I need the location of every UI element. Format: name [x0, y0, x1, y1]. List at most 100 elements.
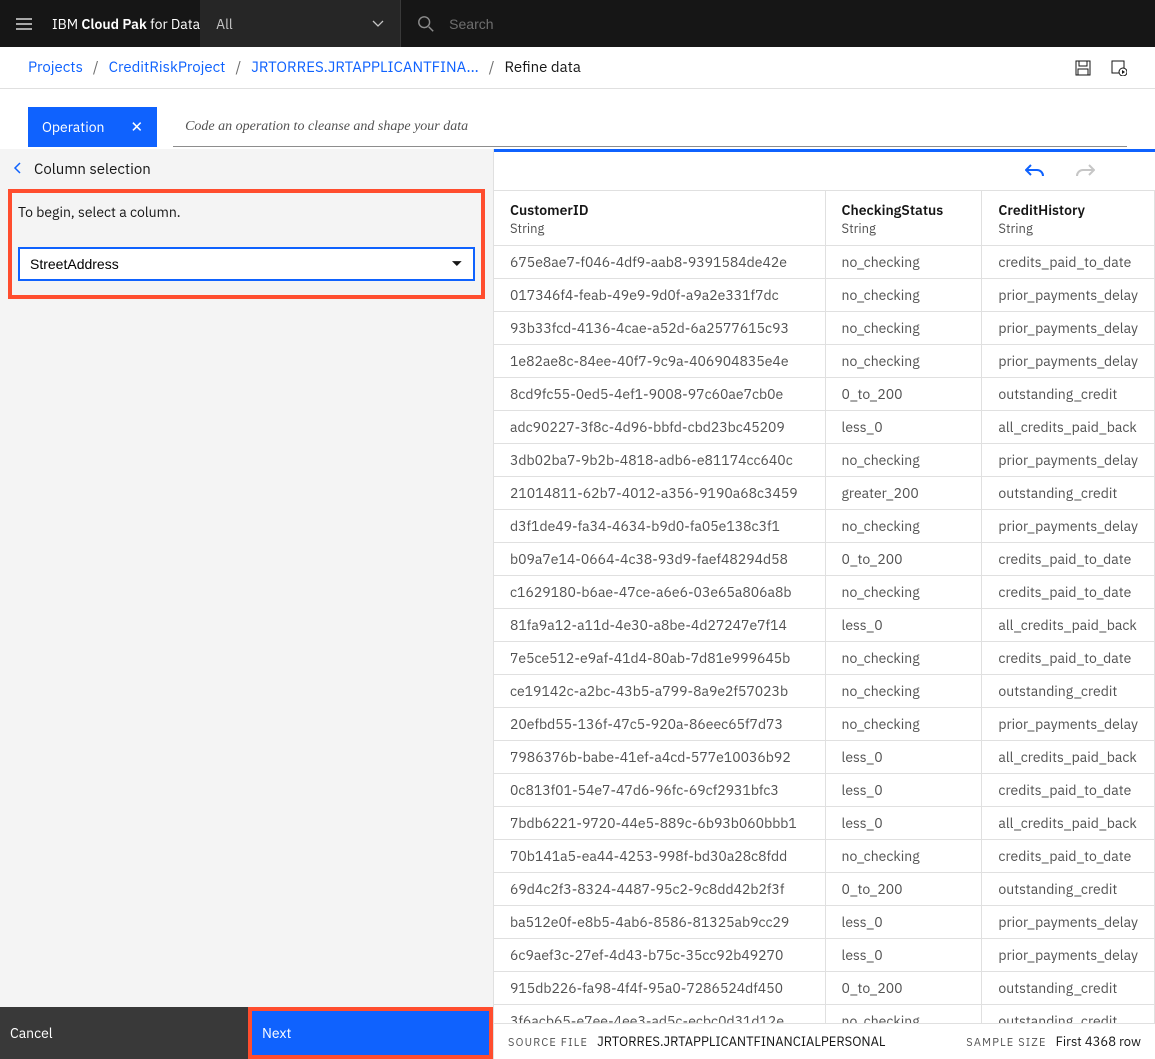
breadcrumb-link-projects[interactable]: Projects	[28, 58, 83, 77]
chevron-down-icon	[451, 260, 463, 268]
table-cell: credits_paid_to_date	[982, 642, 1155, 675]
table-row[interactable]: 3db02ba7-9b2b-4818-adb6-e81174cc640cno_c…	[494, 444, 1155, 477]
table-cell: 0_to_200	[825, 972, 982, 1005]
operation-chip-label: Operation	[42, 118, 104, 136]
table-row[interactable]: ba512e0f-e8b5-4ab6-8586-81325ab9cc29less…	[494, 906, 1155, 939]
table-cell: credits_paid_to_date	[982, 774, 1155, 807]
table-row[interactable]: 1e82ae8c-84ee-40f7-9c9a-406904835e4eno_c…	[494, 345, 1155, 378]
sourcefile-label: SOURCE FILE	[508, 1036, 588, 1050]
next-button[interactable]: Next	[252, 1011, 489, 1055]
search-input[interactable]	[449, 16, 1139, 32]
search-icon[interactable]	[417, 15, 435, 33]
table-row[interactable]: 7bdb6221-9720-44e5-889c-6b93b060bbb1less…	[494, 807, 1155, 840]
table-cell: 70b141a5-ea44-4253-998f-bd30a28c8fdd	[494, 840, 825, 873]
table-cell: 20efbd55-136f-47c5-920a-86eec65f7d73	[494, 708, 825, 741]
table-cell: outstanding_credit	[982, 477, 1155, 510]
next-button-highlight: Next	[248, 1007, 493, 1059]
table-row[interactable]: 915db226-fa98-4f4f-95a0-7286524df4500_to…	[494, 972, 1155, 1005]
cancel-button[interactable]: Cancel	[0, 1007, 248, 1059]
table-row[interactable]: 7986376b-babe-41ef-a4cd-577e10036b92less…	[494, 741, 1155, 774]
table-cell: less_0	[825, 609, 982, 642]
table-cell: 93b33fcd-4136-4cae-a52d-6a2577615c93	[494, 312, 825, 345]
table-row[interactable]: b09a7e14-0664-4c38-93d9-faef48294d580_to…	[494, 543, 1155, 576]
table-cell: 7e5ce512-e9af-41d4-80ab-7d81e999645b	[494, 642, 825, 675]
operation-code-input[interactable]: Code an operation to cleanse and shape y…	[173, 107, 1127, 147]
redo-icon	[1075, 162, 1095, 180]
table-row[interactable]: 70b141a5-ea44-4253-998f-bd30a28c8fddno_c…	[494, 840, 1155, 873]
status-bar: SOURCE FILE JRTORRES.JRTAPPLICANTFINANCI…	[494, 1023, 1155, 1059]
table-row[interactable]: 017346f4-feab-49e9-9d0f-a9a2e331f7dcno_c…	[494, 279, 1155, 312]
table-row[interactable]: c1629180-b6ae-47ce-a6e6-03e65a806a8bno_c…	[494, 576, 1155, 609]
table-cell: 0c813f01-54e7-47d6-96fc-69cf2931bfc3	[494, 774, 825, 807]
table-cell: no_checking	[825, 510, 982, 543]
table-cell: 017346f4-feab-49e9-9d0f-a9a2e331f7dc	[494, 279, 825, 312]
table-cell: outstanding_credit	[982, 675, 1155, 708]
table-row[interactable]: 81fa9a12-a11d-4e30-a8be-4d27247e7f14less…	[494, 609, 1155, 642]
table-cell: 81fa9a12-a11d-4e30-a8be-4d27247e7f14	[494, 609, 825, 642]
column-header[interactable]: CheckingStatusString	[825, 191, 982, 246]
breadcrumb-link-asset[interactable]: JRTORRES.JRTAPPLICANTFINA...	[251, 58, 479, 77]
column-header[interactable]: CustomerIDString	[494, 191, 825, 246]
table-cell: prior_payments_delay	[982, 312, 1155, 345]
column-select-highlight: To begin, select a column.	[8, 189, 485, 299]
table-cell: d3f1de49-fa34-4634-b9d0-fa05e138c3f1	[494, 510, 825, 543]
table-cell: credits_paid_to_date	[982, 576, 1155, 609]
table-cell: prior_payments_delay	[982, 939, 1155, 972]
table-cell: no_checking	[825, 675, 982, 708]
table-cell: no_checking	[825, 312, 982, 345]
table-cell: credits_paid_to_date	[982, 840, 1155, 873]
table-row[interactable]: 21014811-62b7-4012-a356-9190a68c3459grea…	[494, 477, 1155, 510]
undo-icon[interactable]	[1025, 162, 1045, 180]
table-row[interactable]: d3f1de49-fa34-4634-b9d0-fa05e138c3f1no_c…	[494, 510, 1155, 543]
breadcrumb: Projects / CreditRiskProject / JRTORRES.…	[28, 58, 581, 77]
operation-chip[interactable]: Operation ✕	[28, 107, 157, 147]
table-cell: no_checking	[825, 246, 982, 279]
column-header[interactable]: CreditHistoryString	[982, 191, 1155, 246]
breadcrumb-link-project[interactable]: CreditRiskProject	[109, 58, 226, 77]
table-row[interactable]: 69d4c2f3-8324-4487-95c2-9c8dd42b2f3f0_to…	[494, 873, 1155, 906]
table-row[interactable]: 93b33fcd-4136-4cae-a52d-6a2577615c93no_c…	[494, 312, 1155, 345]
scope-dropdown[interactable]: All	[200, 0, 400, 47]
table-cell: 1e82ae8c-84ee-40f7-9c9a-406904835e4e	[494, 345, 825, 378]
table-cell: 21014811-62b7-4012-a356-9190a68c3459	[494, 477, 825, 510]
back-icon[interactable]	[12, 160, 24, 179]
table-cell: 69d4c2f3-8324-4487-95c2-9c8dd42b2f3f	[494, 873, 825, 906]
sourcefile-value: JRTORRES.JRTAPPLICANTFINANCIALPERSONAL	[597, 1033, 885, 1050]
table-cell: b09a7e14-0664-4c38-93d9-faef48294d58	[494, 543, 825, 576]
close-icon[interactable]: ✕	[130, 118, 143, 137]
table-cell: greater_200	[825, 477, 982, 510]
table-row[interactable]: ce19142c-a2bc-43b5-a799-8a9e2f57023bno_c…	[494, 675, 1155, 708]
breadcrumb-current: Refine data	[504, 58, 580, 77]
table-cell: prior_payments_delay	[982, 708, 1155, 741]
save-run-icon[interactable]	[1111, 60, 1127, 76]
table-cell: 3f6acb65-e7ee-4ee3-ad5c-ecbc0d31d12e	[494, 1005, 825, 1024]
chevron-down-icon	[372, 20, 384, 28]
table-row[interactable]: 675e8ae7-f046-4df9-aab8-9391584de42eno_c…	[494, 246, 1155, 279]
table-cell: credits_paid_to_date	[982, 246, 1155, 279]
save-icon[interactable]	[1075, 60, 1091, 76]
table-cell: 0_to_200	[825, 378, 982, 411]
table-cell: prior_payments_delay	[982, 345, 1155, 378]
table-row[interactable]: 6c9aef3c-27ef-4d43-b75c-35cc92b49270less…	[494, 939, 1155, 972]
table-cell: less_0	[825, 906, 982, 939]
table-cell: outstanding_credit	[982, 1005, 1155, 1024]
table-row[interactable]: 7e5ce512-e9af-41d4-80ab-7d81e999645bno_c…	[494, 642, 1155, 675]
main-menu-icon[interactable]	[0, 0, 48, 47]
column-select-dropdown[interactable]	[18, 247, 475, 281]
table-row[interactable]: adc90227-3f8c-4d96-bbfd-cbd23bc45209less…	[494, 411, 1155, 444]
table-row[interactable]: 8cd9fc55-0ed5-4ef1-9008-97c60ae7cb0e0_to…	[494, 378, 1155, 411]
table-cell: prior_payments_delay	[982, 279, 1155, 312]
table-cell: less_0	[825, 939, 982, 972]
table-cell: no_checking	[825, 345, 982, 378]
column-select-prompt: To begin, select a column.	[18, 203, 475, 221]
table-cell: adc90227-3f8c-4d96-bbfd-cbd23bc45209	[494, 411, 825, 444]
table-cell: no_checking	[825, 1005, 982, 1024]
table-row[interactable]: 3f6acb65-e7ee-4ee3-ad5c-ecbc0d31d12eno_c…	[494, 1005, 1155, 1024]
table-row[interactable]: 20efbd55-136f-47c5-920a-86eec65f7d73no_c…	[494, 708, 1155, 741]
table-cell: less_0	[825, 807, 982, 840]
table-cell: 0_to_200	[825, 873, 982, 906]
table-row[interactable]: 0c813f01-54e7-47d6-96fc-69cf2931bfc3less…	[494, 774, 1155, 807]
column-select-value[interactable]	[30, 256, 451, 272]
table-cell: outstanding_credit	[982, 972, 1155, 1005]
samplesize-label: SAMPLE SIZE	[966, 1036, 1046, 1050]
